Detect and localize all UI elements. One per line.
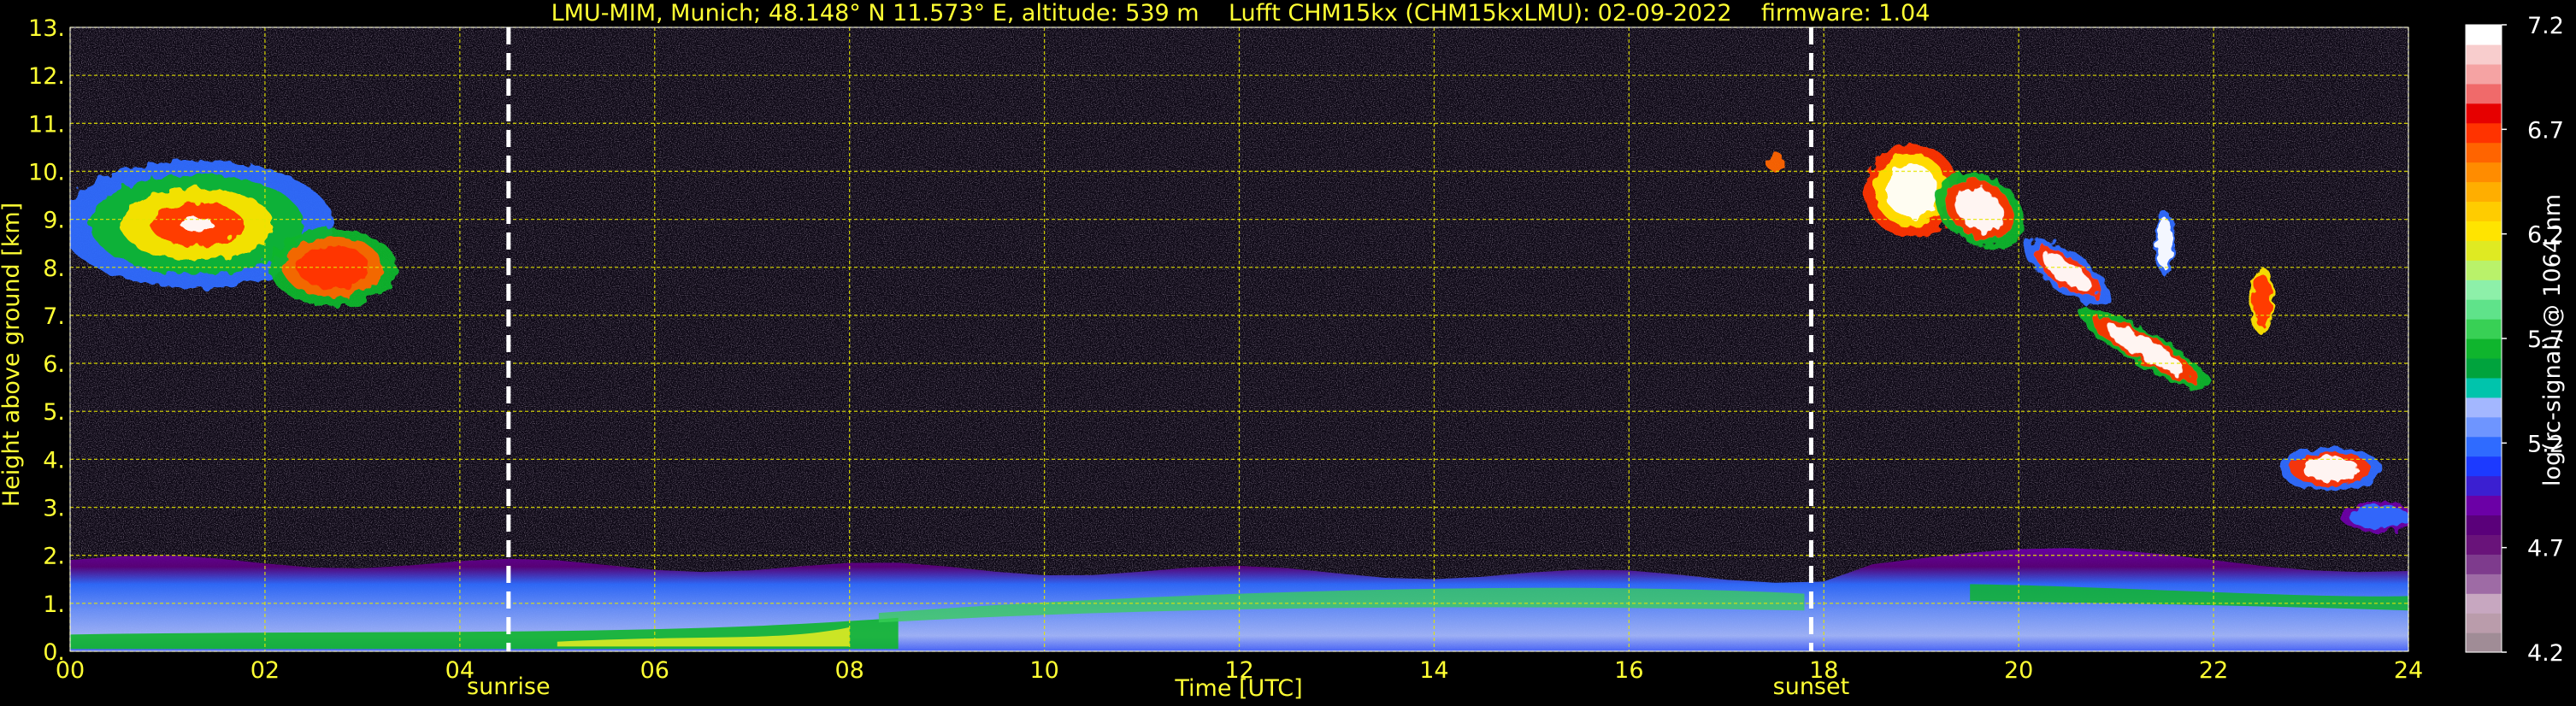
x-axis-label: Time [UTC] [1174,675,1302,702]
x-tick-label: 16 [1614,657,1643,684]
colorbar-segment [2466,515,2502,535]
y-tick-label: 8. [43,256,65,282]
y-tick-label: 3. [43,496,65,522]
x-tick-label: 06 [640,657,669,684]
colorbar-tick-label: 7.2 [2527,13,2564,39]
x-tick-label: 22 [2199,657,2228,684]
colorbar-segment [2466,142,2502,163]
y-tick-label: 2. [43,544,65,570]
colorbar-segment [2466,554,2502,574]
y-tick-label: 13. [28,15,65,42]
colorbar-segment [2466,338,2502,359]
mid-level-cloud-layer [2302,456,2360,481]
colorbar-segment [2466,83,2502,104]
colorbar-segment [2466,260,2502,280]
sun-label: sunrise [467,674,551,700]
colorbar-segment [2466,495,2502,516]
cirrus-cloud [2155,210,2176,276]
colorbar-segment [2466,377,2502,398]
cirrus-cloud-layer [2253,274,2272,328]
x-tick-label: 08 [834,657,864,684]
colorbar-label: log(rc-signal) @ 1064 nm [2539,194,2566,486]
colorbar [2465,24,2502,653]
sun-label: sunset [1773,674,1850,700]
colorbar-tick-label: 4.7 [2527,536,2564,562]
colorbar-segment [2466,279,2502,300]
y-tick-label: 6. [43,351,65,378]
x-tick-label: 20 [2004,657,2033,684]
x-tick-label: 10 [1029,657,1058,684]
colorbar-segment [2466,416,2502,438]
colorbar-segment [2466,240,2502,261]
y-tick-label: 4. [43,447,65,474]
ceilometer-chart: 00 02 04 06 08 10 12 14 16 18 20 22 24 0.1.2.3.4.5.6… [0,0,2566,702]
y-tick-labels: 0. 1. 2. 3. 4. 5. 6. 7. 8. 9. 10. 11. 12. 13. [28,15,65,666]
x-tick-label: 14 [1419,657,1448,684]
y-tick-label: 11. [28,111,65,138]
colorbar-segment [2466,574,2502,594]
colorbar-segment [2466,201,2502,221]
cirrus-cloud-layer [1885,164,1938,217]
colorbar-tick-label: 6.7 [2527,117,2564,144]
colorbar-segment [2466,25,2502,45]
colorbar-segment [2466,122,2502,144]
y-axis-label: Height above ground [km] [0,203,25,507]
colorbar-segment [2466,181,2502,203]
colorbar-segment [2466,397,2502,418]
cirrus-cloud [1766,151,1784,173]
y-tick-label: 10. [28,159,65,185]
chart-title: LMU-MIM, Munich; 48.148° N 11.573° E, al… [551,0,1931,26]
colorbar-segment [2466,593,2502,614]
y-tick-label: 9. [43,208,65,234]
mid-level-cloud [2340,501,2408,532]
colorbar-segment [2466,613,2502,633]
colorbar-segment [2466,475,2502,497]
colorbar-segment [2466,357,2502,379]
mid-level-cloud [2278,447,2382,491]
colorbar-segment [2466,319,2502,339]
cirrus-cloud [2250,267,2275,336]
colorbar-segment [2466,162,2502,183]
colorbar-segment [2466,299,2502,320]
colorbar-segment [2466,632,2502,653]
colorbar-segment [2466,63,2502,85]
cirrus-cloud-layer [2156,218,2173,269]
colorbar-segment [2466,44,2502,65]
x-tick-label: 24 [2394,657,2423,684]
colorbar-segment [2466,221,2502,241]
colorbar-tick-label: 4.2 [2527,640,2564,667]
y-tick-label: 0. [43,639,65,666]
colorbar-segment [2466,456,2502,477]
x-tick-label: 02 [251,657,280,684]
mid-level-cloud-layer [2349,504,2408,529]
colorbar-segment [2466,436,2502,457]
y-tick-label: 7. [43,303,65,330]
cirrus-cloud-layer [180,216,214,232]
y-tick-label: 5. [43,399,65,426]
cirrus-cloud-layer [1766,151,1784,173]
y-tick-label: 12. [28,63,65,90]
y-tick-label: 1. [43,591,65,618]
colorbar-segment [2466,534,2502,555]
colorbar-segment [2466,103,2502,124]
